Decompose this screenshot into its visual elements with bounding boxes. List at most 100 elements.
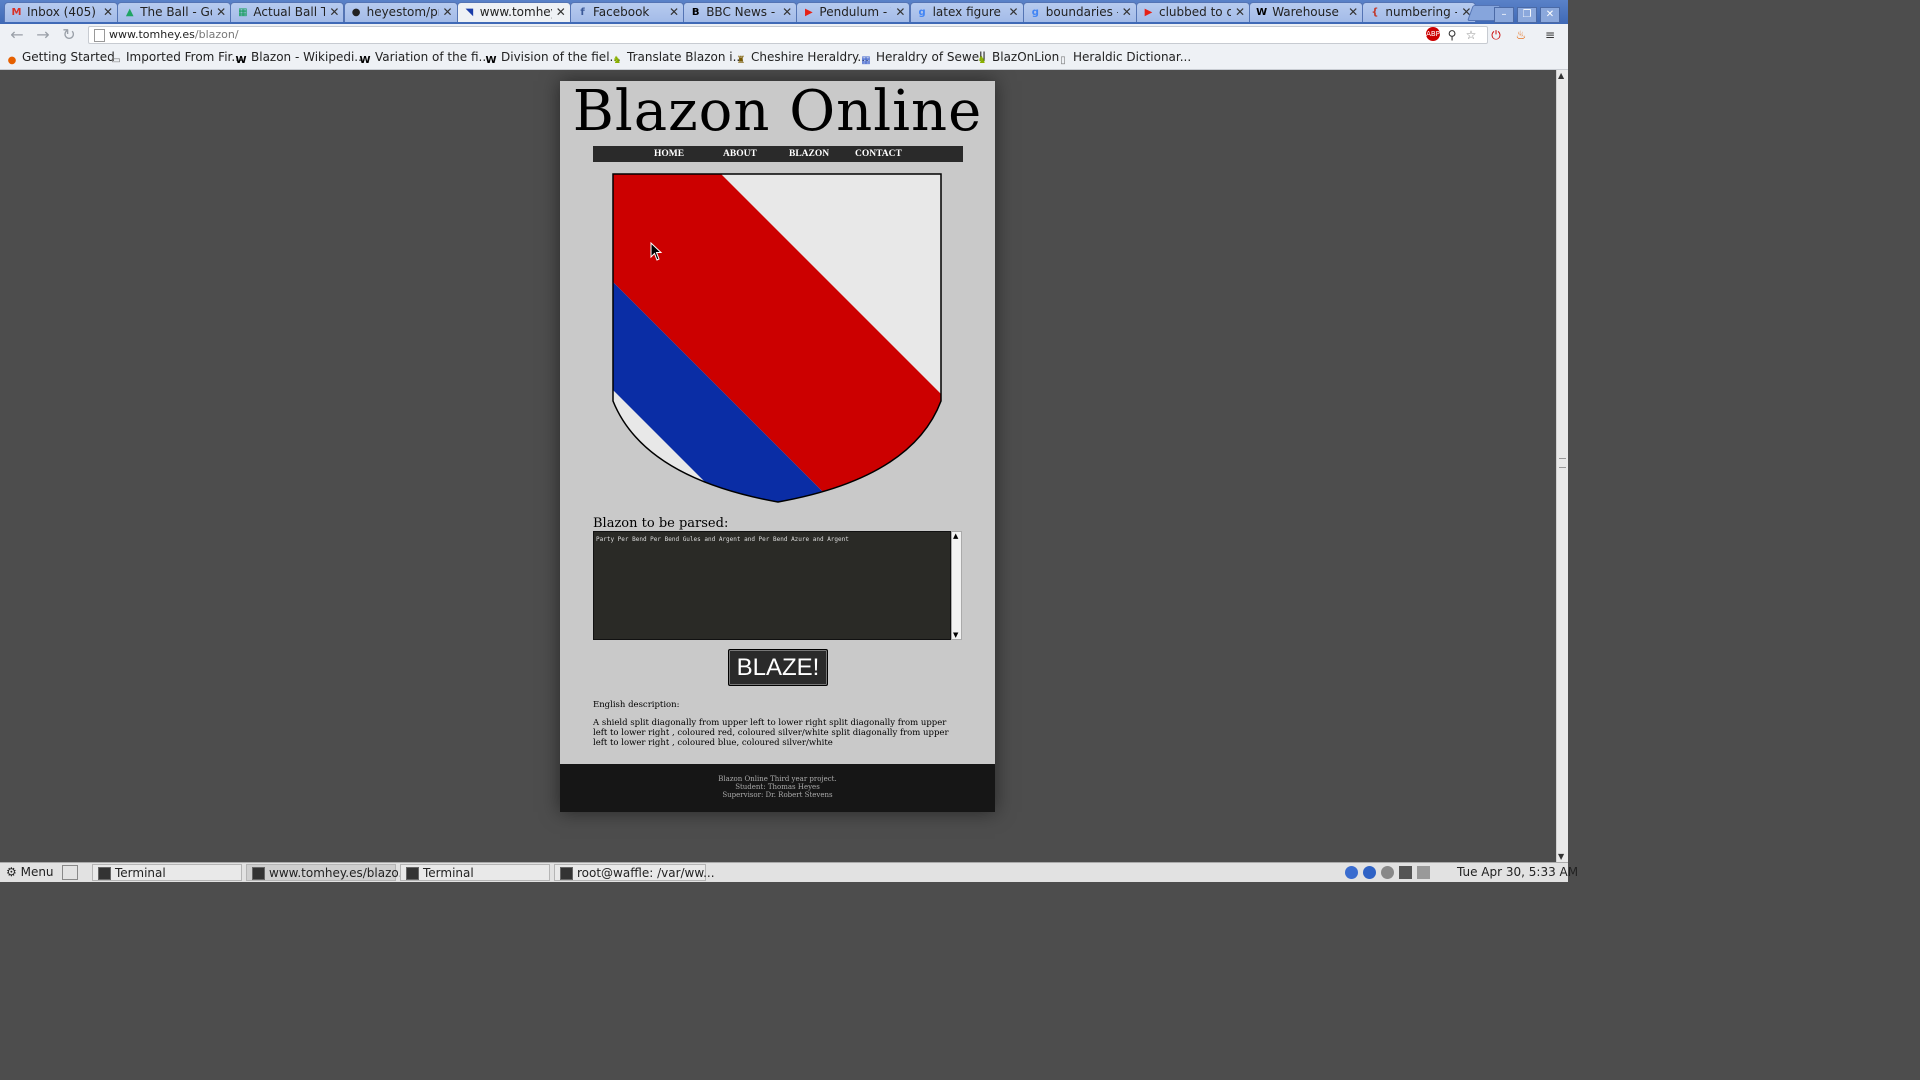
search-icon[interactable]: ⚲ [1444, 27, 1460, 43]
scroll-grip[interactable] [1559, 458, 1566, 468]
close-window-button[interactable]: ✕ [1540, 7, 1560, 23]
scroll-down-icon[interactable]: ▼ [1558, 852, 1564, 861]
back-icon[interactable]: ← [8, 26, 26, 44]
window-icon [252, 867, 265, 880]
tab-title: heyestom/pro [366, 5, 439, 19]
network-icon[interactable] [1399, 866, 1412, 879]
bookmark-item[interactable]: ● Getting Started [6, 50, 115, 67]
browser-tab[interactable]: f Facebook ✕ [570, 2, 684, 22]
browser-tab[interactable]: g latex figure h ✕ [909, 2, 1024, 22]
maximize-button[interactable]: ❐ [1517, 7, 1537, 23]
minimize-button[interactable]: – [1494, 7, 1514, 23]
wikipedia-icon: W [1256, 7, 1268, 18]
clock[interactable]: Tue Apr 30, 5:33 AM [1457, 864, 1578, 881]
volume-icon[interactable] [1381, 866, 1394, 879]
close-tab-icon[interactable]: ✕ [103, 3, 113, 22]
bookmark-item[interactable]: ♜ Cheshire Heraldry... [735, 50, 869, 67]
textarea-scrollbar[interactable]: ▲ ▼ [951, 531, 962, 640]
bookmark-item[interactable]: ▯ Heraldic Dictionar... [1057, 50, 1191, 67]
browser-tab[interactable]: ▦ Actual Ball Tic ✕ [230, 2, 345, 22]
bookmark-label: Blazon - Wikipedi... [251, 50, 366, 64]
close-tab-icon[interactable]: ✕ [782, 3, 792, 22]
close-tab-icon[interactable]: ✕ [1348, 3, 1358, 22]
url-text: www.tomhey.es/blazon/ [109, 28, 239, 41]
nav-contact[interactable]: CONTACT [855, 147, 902, 161]
close-tab-icon[interactable]: ✕ [556, 3, 566, 22]
window-icon [406, 867, 419, 880]
close-tab-icon[interactable]: ✕ [669, 3, 679, 22]
blaze-button[interactable]: BLAZE! [728, 649, 828, 686]
tab-bar: M Inbox (405) - ✕ ▲ The Ball - Goo ✕ ▦ Actual B… [0, 0, 1568, 24]
browser-tab[interactable]: g boundaries - C ✕ [1022, 2, 1137, 22]
menu-icon[interactable]: ≡ [1542, 27, 1558, 43]
sheets-icon: ▦ [238, 7, 248, 18]
browser-tab[interactable]: ◥ www.tomhey. ✕ [456, 2, 571, 22]
show-desktop-icon[interactable] [62, 865, 78, 880]
nav-about[interactable]: ABOUT [723, 147, 757, 161]
flame-extension-icon[interactable]: ♨ [1513, 27, 1529, 43]
clipboard-icon[interactable] [1417, 866, 1430, 879]
bookmark-item[interactable]: W Blazon - Wikipedi... [235, 50, 366, 67]
close-tab-icon[interactable]: ✕ [443, 3, 453, 22]
calendar-icon: ▦ [861, 55, 871, 66]
taskbar-window[interactable]: www.tomhey.es/blazo... [246, 864, 410, 881]
close-tab-icon[interactable]: ✕ [329, 3, 339, 22]
nav-blazon[interactable]: BLAZON [789, 147, 829, 161]
footer-line: Student: Thomas Heyes [735, 783, 820, 791]
info-icon[interactable] [1345, 866, 1358, 879]
nav-home[interactable]: HOME [654, 147, 684, 161]
bookmark-item[interactable]: ▭ Imported From Fir... [110, 50, 243, 67]
tab-title: BBC News - U [706, 5, 778, 19]
page-scrollbar[interactable]: ▲ ▼ [1556, 70, 1568, 862]
browser-tab[interactable]: ▶ Pendulum - Ta ✕ [796, 2, 911, 22]
site-nav: HOME ABOUT BLAZON CONTACT [593, 146, 963, 162]
close-tab-icon[interactable]: ✕ [216, 3, 226, 22]
bookmark-item[interactable]: ♞ Translate Blazon i... [611, 50, 745, 67]
close-tab-icon[interactable]: ✕ [895, 3, 905, 22]
wikipedia-icon: W [235, 55, 247, 66]
start-menu-button[interactable]: ⚙ Menu [6, 864, 54, 881]
browser-tab[interactable]: B BBC News - U ✕ [683, 2, 798, 22]
close-tab-icon[interactable]: ✕ [1122, 3, 1132, 22]
forward-icon[interactable]: → [34, 26, 52, 44]
browser-tab[interactable]: M Inbox (405) - ✕ [4, 2, 118, 22]
gmail-icon: M [11, 7, 22, 18]
wikipedia-icon: W [485, 55, 497, 66]
drive-icon: ▲ [125, 7, 134, 18]
browser-tab[interactable]: {numbering - ✕ [1362, 2, 1477, 22]
bookmarks-bar: ● Getting Started ▭ Imported From Fir... W Bl… [0, 46, 1568, 70]
close-tab-icon[interactable]: ✕ [1009, 3, 1019, 22]
adblock-icon[interactable]: ABP [1426, 27, 1440, 41]
browser-tab[interactable]: W Warehouse 13 ✕ [1249, 2, 1364, 22]
power-extension-icon[interactable]: ⏻ [1488, 27, 1504, 43]
browser-tab[interactable]: ● heyestom/pro ✕ [343, 2, 458, 22]
folder-icon: ▭ [111, 55, 121, 66]
scroll-down-icon[interactable]: ▼ [953, 631, 958, 639]
blazon-textarea[interactable]: Party Per Bend Per Bend Gules and Argent… [593, 531, 951, 640]
star-icon[interactable]: ☆ [1463, 27, 1479, 43]
taskbar-window-label: root@waffle: /var/ww... [577, 866, 715, 880]
bookmark-item[interactable]: ▦ Heraldry of Sewell [860, 50, 985, 67]
address-bar[interactable]: www.tomhey.es/blazon/ [88, 26, 1488, 44]
bluetooth-icon[interactable] [1363, 866, 1376, 879]
facebook-icon: f [580, 7, 585, 18]
taskbar-window[interactable]: Terminal [400, 864, 550, 881]
taskbar-window[interactable]: Terminal [92, 864, 242, 881]
site-footer: Blazon Online Third year project. Studen… [560, 764, 995, 812]
browser-tab[interactable]: ▲ The Ball - Goo ✕ [117, 2, 232, 22]
close-tab-icon[interactable]: ✕ [1235, 3, 1245, 22]
browser-tab[interactable]: ▶ clubbed to de ✕ [1136, 2, 1250, 22]
bookmark-item[interactable]: W Variation of the fi... [359, 50, 489, 67]
scroll-up-icon[interactable]: ▲ [1558, 71, 1564, 80]
taskbar-window[interactable]: root@waffle: /var/ww... [554, 864, 715, 881]
window-icon [98, 867, 111, 880]
bookmark-item[interactable]: ♞ BlazOnLion [976, 50, 1060, 67]
stackexchange-icon: { [1371, 7, 1379, 18]
scroll-up-icon[interactable]: ▲ [953, 532, 958, 540]
lion-icon: ♞ [612, 55, 622, 66]
youtube-icon: ▶ [1144, 7, 1153, 18]
wikipedia-icon: W [359, 55, 371, 66]
bookmark-item[interactable]: W Division of the fiel... [485, 50, 620, 67]
reload-icon[interactable]: ↻ [60, 26, 78, 44]
bookmark-label: BlazOnLion [992, 50, 1060, 64]
